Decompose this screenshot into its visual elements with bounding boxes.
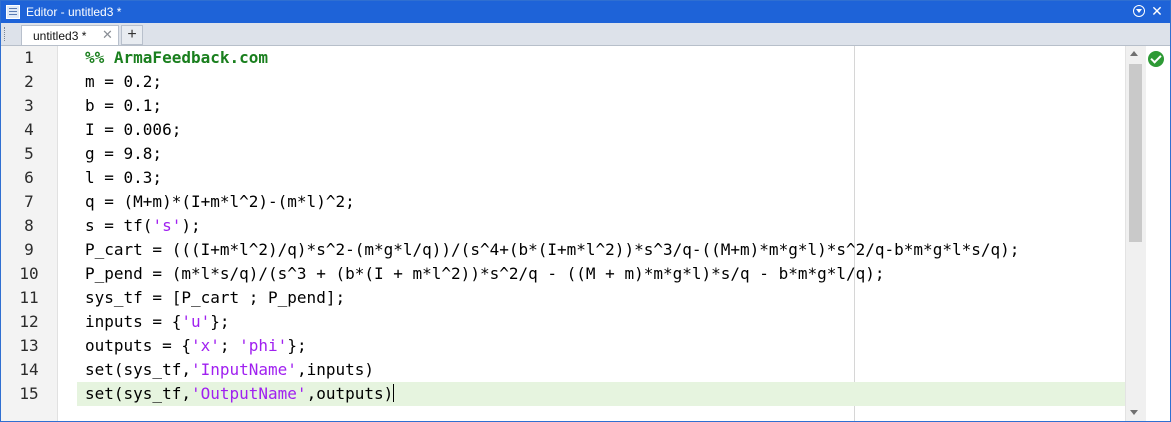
code-text: ; (219, 336, 240, 355)
title-bar[interactable]: Editor - untitled3 * ✕ (1, 1, 1170, 23)
code-text: set(sys_tf, (85, 360, 191, 379)
string-literal: 'u' (181, 312, 211, 331)
scroll-down-arrow-icon[interactable] (1130, 410, 1138, 415)
line-number: 11 (19, 288, 39, 307)
chevron-down-circle-icon[interactable] (1133, 5, 1145, 17)
check-circle-icon[interactable] (1148, 51, 1164, 67)
scroll-up-arrow-icon[interactable] (1130, 51, 1138, 56)
string-literal: 's' (152, 216, 182, 235)
tab-label: untitled3 * (33, 29, 87, 43)
line-number: 7 (24, 192, 34, 211)
line-number: 13 (19, 336, 39, 355)
code-text: P_pend = (m*l*s/q)/(s^3 + (b*(I + m*l^2)… (85, 264, 885, 283)
code-text: P_cart = (((I+m*l^2)/q)*s^2-(m*g*l/q))/(… (85, 240, 1020, 259)
editor-pane[interactable]: 1 2 3 4 5 6 7 8 9 10 11 12 13 14 15 %% ArmaFeedback.co… (1, 46, 1170, 421)
code-line[interactable]: %% ArmaFeedback.com (85, 46, 1019, 70)
code-lines[interactable]: %% ArmaFeedback.com m = 0.2; b = 0.1; I = 0… (85, 46, 1019, 406)
code-text: }; (210, 312, 230, 331)
tab-untitled3[interactable]: untitled3 * ✕ (21, 25, 119, 45)
vertical-scrollbar[interactable] (1125, 46, 1146, 421)
code-line[interactable]: outputs = {'x'; 'phi'}; (85, 334, 1019, 358)
text-cursor (393, 384, 395, 402)
code-line[interactable]: m = 0.2; (85, 70, 1019, 94)
code-line[interactable]: set(sys_tf,'OutputName',outputs) (85, 382, 1019, 406)
drag-grip-icon[interactable] (4, 27, 7, 41)
code-text: m = 0.2; (85, 72, 163, 91)
code-line[interactable]: sys_tf = [P_cart ; P_pend]; (85, 286, 1019, 310)
section-title: %% ArmaFeedback.com (85, 48, 269, 67)
code-text: q = (M+m)*(I+m*l^2)-(m*l)^2; (85, 192, 355, 211)
line-number: 10 (19, 264, 39, 283)
code-text: l = 0.3; (85, 168, 163, 187)
code-line[interactable]: s = tf('s'); (85, 214, 1019, 238)
window-title: Editor - untitled3 * (26, 5, 122, 19)
line-number: 4 (24, 120, 34, 139)
scrollbar-thumb[interactable] (1129, 64, 1142, 242)
code-line[interactable]: I = 0.006; (85, 118, 1019, 142)
code-line[interactable]: g = 9.8; (85, 142, 1019, 166)
code-text: ); (181, 216, 201, 235)
code-line[interactable]: P_pend = (m*l*s/q)/(s^3 + (b*(I + m*l^2)… (85, 262, 1019, 286)
line-number: 9 (24, 240, 34, 259)
line-number: 8 (24, 216, 34, 235)
code-text: ,inputs) (296, 360, 374, 379)
line-number: 1 (24, 48, 34, 67)
code-text: g = 9.8; (85, 144, 163, 163)
code-text: s = tf( (85, 216, 153, 235)
editor-app-icon (6, 5, 20, 19)
code-line[interactable]: P_cart = (((I+m*l^2)/q)*s^2-(m*g*l/q))/(… (85, 238, 1019, 262)
line-number: 5 (24, 144, 34, 163)
line-number-gutter: 1 2 3 4 5 6 7 8 9 10 11 12 13 14 15 (1, 46, 58, 421)
string-literal: 'x' (190, 336, 220, 355)
line-number: 15 (19, 384, 39, 403)
line-number: 14 (19, 360, 39, 379)
code-line[interactable]: b = 0.1; (85, 94, 1019, 118)
code-text: I = 0.006; (85, 120, 182, 139)
code-analyzer-strip (1146, 46, 1170, 421)
string-literal: 'InputName' (190, 360, 297, 379)
code-text: }; (287, 336, 307, 355)
code-area[interactable]: %% ArmaFeedback.com m = 0.2; b = 0.1; I = 0… (77, 46, 1125, 421)
line-number: 12 (19, 312, 39, 331)
editor-window: Editor - untitled3 * ✕ untitled3 * ✕ + 1… (0, 0, 1171, 422)
string-literal: 'OutputName' (190, 384, 307, 403)
code-line[interactable]: q = (M+m)*(I+m*l^2)-(m*l)^2; (85, 190, 1019, 214)
code-text: b = 0.1; (85, 96, 163, 115)
code-text: ,outputs) (306, 384, 394, 403)
tab-close-icon[interactable]: ✕ (102, 28, 113, 42)
code-text: inputs = { (85, 312, 182, 331)
close-icon[interactable]: ✕ (1150, 3, 1164, 19)
line-number: 6 (24, 168, 34, 187)
code-line[interactable]: set(sys_tf,'InputName',inputs) (85, 358, 1019, 382)
string-literal: 'phi' (239, 336, 288, 355)
code-text: sys_tf = [P_cart ; P_pend]; (85, 288, 346, 307)
code-text: outputs = { (85, 336, 191, 355)
line-number-list: 1 2 3 4 5 6 7 8 9 10 11 12 13 14 15 (1, 46, 57, 406)
code-line[interactable]: l = 0.3; (85, 166, 1019, 190)
code-line[interactable]: inputs = {'u'}; (85, 310, 1019, 334)
new-tab-button[interactable]: + (121, 25, 143, 45)
tab-strip: untitled3 * ✕ + (1, 23, 1170, 46)
line-number: 2 (24, 72, 34, 91)
code-text: set(sys_tf, (85, 384, 191, 403)
line-number: 3 (24, 96, 34, 115)
